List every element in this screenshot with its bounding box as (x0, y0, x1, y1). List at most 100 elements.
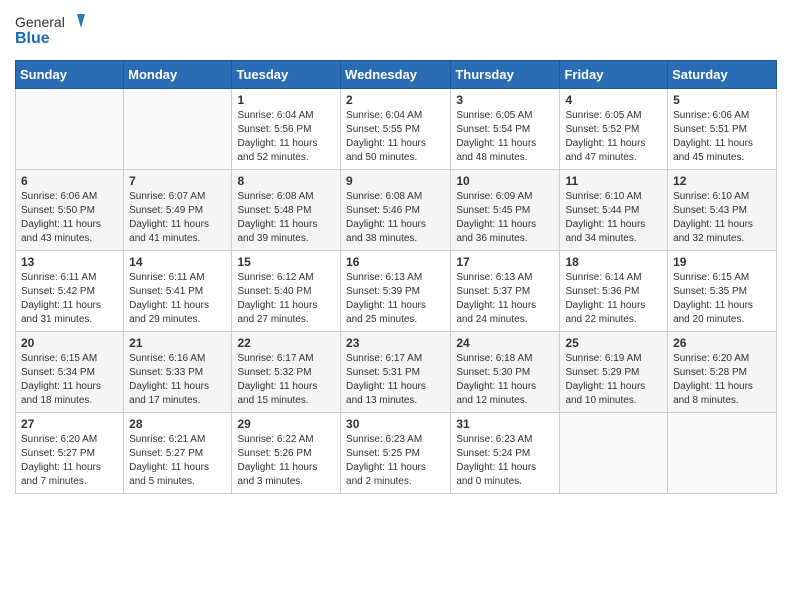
day-number: 13 (21, 255, 118, 269)
day-info: Sunrise: 6:15 AMSunset: 5:34 PMDaylight:… (21, 352, 118, 408)
day-number: 29 (237, 417, 335, 431)
logo-svg: General Blue (15, 10, 85, 50)
calendar-cell: 2 Sunrise: 6:04 AMSunset: 5:55 PMDaylight… (341, 89, 451, 170)
day-info: Sunrise: 6:05 AMSunset: 5:52 PMDaylight:… (565, 109, 662, 165)
day-info: Sunrise: 6:19 AMSunset: 5:29 PMDaylight:… (565, 352, 662, 408)
calendar-cell: 8Sunrise: 6:08 AMSunset: 5:48 PMDaylight… (232, 170, 341, 251)
day-info: Sunrise: 6:06 AMSunset: 5:51 PMDaylight:… (673, 109, 771, 165)
day-info: Sunrise: 6:07 AMSunset: 5:49 PMDaylight:… (129, 190, 226, 246)
calendar-cell: 16 Sunrise: 6:13 AMSunset: 5:39 PMDayligh… (341, 251, 451, 332)
calendar-cell: 10Sunrise: 6:09 AMSunset: 5:45 PMDayligh… (451, 170, 560, 251)
day-number: 14 (129, 255, 226, 269)
calendar-cell: 28Sunrise: 6:21 AMSunset: 5:27 PMDayligh… (124, 413, 232, 494)
day-number: 30 (346, 417, 445, 431)
day-info: Sunrise: 6:11 AMSunset: 5:42 PMDaylight:… (21, 271, 118, 327)
calendar-week-3: 13 Sunrise: 6:11 AMSunset: 5:42 PMDayligh… (16, 251, 777, 332)
day-number: 6 (21, 174, 118, 188)
day-info: Sunrise: 6:04 AMSunset: 5:55 PMDaylight:… (346, 109, 445, 165)
calendar-cell (16, 89, 124, 170)
calendar-header-wednesday: Wednesday (341, 61, 451, 89)
day-info: Sunrise: 6:20 AMSunset: 5:27 PMDaylight:… (21, 433, 118, 489)
calendar-cell: 23 Sunrise: 6:17 AMSunset: 5:31 PMDayligh… (341, 332, 451, 413)
day-info: Sunrise: 6:06 AMSunset: 5:50 PMDaylight:… (21, 190, 118, 246)
day-number: 18 (565, 255, 662, 269)
day-info: Sunrise: 6:17 AMSunset: 5:31 PMDaylight:… (346, 352, 445, 408)
calendar-cell: 24 Sunrise: 6:18 AMSunset: 5:30 PMDayligh… (451, 332, 560, 413)
calendar-cell: 18Sunrise: 6:14 AMSunset: 5:36 PMDayligh… (560, 251, 668, 332)
calendar-cell (124, 89, 232, 170)
day-info: Sunrise: 6:23 AMSunset: 5:25 PMDaylight:… (346, 433, 445, 489)
day-info: Sunrise: 6:20 AMSunset: 5:28 PMDaylight:… (673, 352, 771, 408)
calendar-header-tuesday: Tuesday (232, 61, 341, 89)
calendar-table: SundayMondayTuesdayWednesdayThursdayFrid… (15, 60, 777, 494)
day-number: 5 (673, 93, 771, 107)
day-info: Sunrise: 6:04 AMSunset: 5:56 PMDaylight:… (237, 109, 335, 165)
day-info: Sunrise: 6:12 AMSunset: 5:40 PMDaylight:… (237, 271, 335, 327)
calendar-cell: 15 Sunrise: 6:12 AMSunset: 5:40 PMDayligh… (232, 251, 341, 332)
day-number: 27 (21, 417, 118, 431)
day-number: 15 (237, 255, 335, 269)
logo: General Blue (15, 10, 85, 50)
calendar-cell: 12Sunrise: 6:10 AMSunset: 5:43 PMDayligh… (668, 170, 777, 251)
day-info: Sunrise: 6:16 AMSunset: 5:33 PMDaylight:… (129, 352, 226, 408)
calendar-cell: 14 Sunrise: 6:11 AMSunset: 5:41 PMDayligh… (124, 251, 232, 332)
day-number: 23 (346, 336, 445, 350)
calendar-week-2: 6 Sunrise: 6:06 AMSunset: 5:50 PMDaylight… (16, 170, 777, 251)
header: General Blue (15, 10, 777, 50)
calendar-cell: 6 Sunrise: 6:06 AMSunset: 5:50 PMDaylight… (16, 170, 124, 251)
day-number: 9 (346, 174, 445, 188)
day-number: 16 (346, 255, 445, 269)
day-number: 11 (565, 174, 662, 188)
day-info: Sunrise: 6:18 AMSunset: 5:30 PMDaylight:… (456, 352, 554, 408)
day-number: 7 (129, 174, 226, 188)
calendar-cell: 25Sunrise: 6:19 AMSunset: 5:29 PMDayligh… (560, 332, 668, 413)
calendar-header-thursday: Thursday (451, 61, 560, 89)
calendar-cell: 26 Sunrise: 6:20 AMSunset: 5:28 PMDayligh… (668, 332, 777, 413)
day-info: Sunrise: 6:13 AMSunset: 5:39 PMDaylight:… (346, 271, 445, 327)
day-info: Sunrise: 6:22 AMSunset: 5:26 PMDaylight:… (237, 433, 335, 489)
day-info: Sunrise: 6:10 AMSunset: 5:44 PMDaylight:… (565, 190, 662, 246)
calendar-cell: 7 Sunrise: 6:07 AMSunset: 5:49 PMDaylight… (124, 170, 232, 251)
day-info: Sunrise: 6:11 AMSunset: 5:41 PMDaylight:… (129, 271, 226, 327)
day-number: 26 (673, 336, 771, 350)
calendar-cell: 13 Sunrise: 6:11 AMSunset: 5:42 PMDayligh… (16, 251, 124, 332)
day-number: 2 (346, 93, 445, 107)
day-number: 24 (456, 336, 554, 350)
calendar-week-1: 1 Sunrise: 6:04 AMSunset: 5:56 PMDaylight… (16, 89, 777, 170)
calendar-cell: 30 Sunrise: 6:23 AMSunset: 5:25 PMDayligh… (341, 413, 451, 494)
day-number: 20 (21, 336, 118, 350)
day-number: 22 (237, 336, 335, 350)
svg-text:Blue: Blue (15, 30, 50, 47)
day-number: 19 (673, 255, 771, 269)
calendar-cell: 31Sunrise: 6:23 AMSunset: 5:24 PMDayligh… (451, 413, 560, 494)
calendar-cell: 17 Sunrise: 6:13 AMSunset: 5:37 PMDayligh… (451, 251, 560, 332)
svg-text:General: General (15, 14, 65, 30)
day-number: 28 (129, 417, 226, 431)
calendar-header-monday: Monday (124, 61, 232, 89)
calendar-cell (560, 413, 668, 494)
calendar-header-friday: Friday (560, 61, 668, 89)
calendar-cell: 21 Sunrise: 6:16 AMSunset: 5:33 PMDayligh… (124, 332, 232, 413)
calendar-cell (668, 413, 777, 494)
calendar-cell: 9Sunrise: 6:08 AMSunset: 5:46 PMDaylight… (341, 170, 451, 251)
day-info: Sunrise: 6:05 AMSunset: 5:54 PMDaylight:… (456, 109, 554, 165)
calendar-week-4: 20 Sunrise: 6:15 AMSunset: 5:34 PMDayligh… (16, 332, 777, 413)
calendar-cell: 19Sunrise: 6:15 AMSunset: 5:35 PMDayligh… (668, 251, 777, 332)
day-number: 17 (456, 255, 554, 269)
day-info: Sunrise: 6:23 AMSunset: 5:24 PMDaylight:… (456, 433, 554, 489)
calendar-cell: 27 Sunrise: 6:20 AMSunset: 5:27 PMDayligh… (16, 413, 124, 494)
calendar-cell: 4Sunrise: 6:05 AMSunset: 5:52 PMDaylight… (560, 89, 668, 170)
day-info: Sunrise: 6:13 AMSunset: 5:37 PMDaylight:… (456, 271, 554, 327)
calendar-cell: 20 Sunrise: 6:15 AMSunset: 5:34 PMDayligh… (16, 332, 124, 413)
calendar-week-5: 27 Sunrise: 6:20 AMSunset: 5:27 PMDayligh… (16, 413, 777, 494)
day-info: Sunrise: 6:10 AMSunset: 5:43 PMDaylight:… (673, 190, 771, 246)
day-number: 10 (456, 174, 554, 188)
calendar-cell: 29 Sunrise: 6:22 AMSunset: 5:26 PMDayligh… (232, 413, 341, 494)
calendar-cell: 1 Sunrise: 6:04 AMSunset: 5:56 PMDaylight… (232, 89, 341, 170)
calendar-header-sunday: Sunday (16, 61, 124, 89)
day-number: 3 (456, 93, 554, 107)
day-number: 21 (129, 336, 226, 350)
day-number: 1 (237, 93, 335, 107)
calendar-header-row: SundayMondayTuesdayWednesdayThursdayFrid… (16, 61, 777, 89)
day-info: Sunrise: 6:17 AMSunset: 5:32 PMDaylight:… (237, 352, 335, 408)
